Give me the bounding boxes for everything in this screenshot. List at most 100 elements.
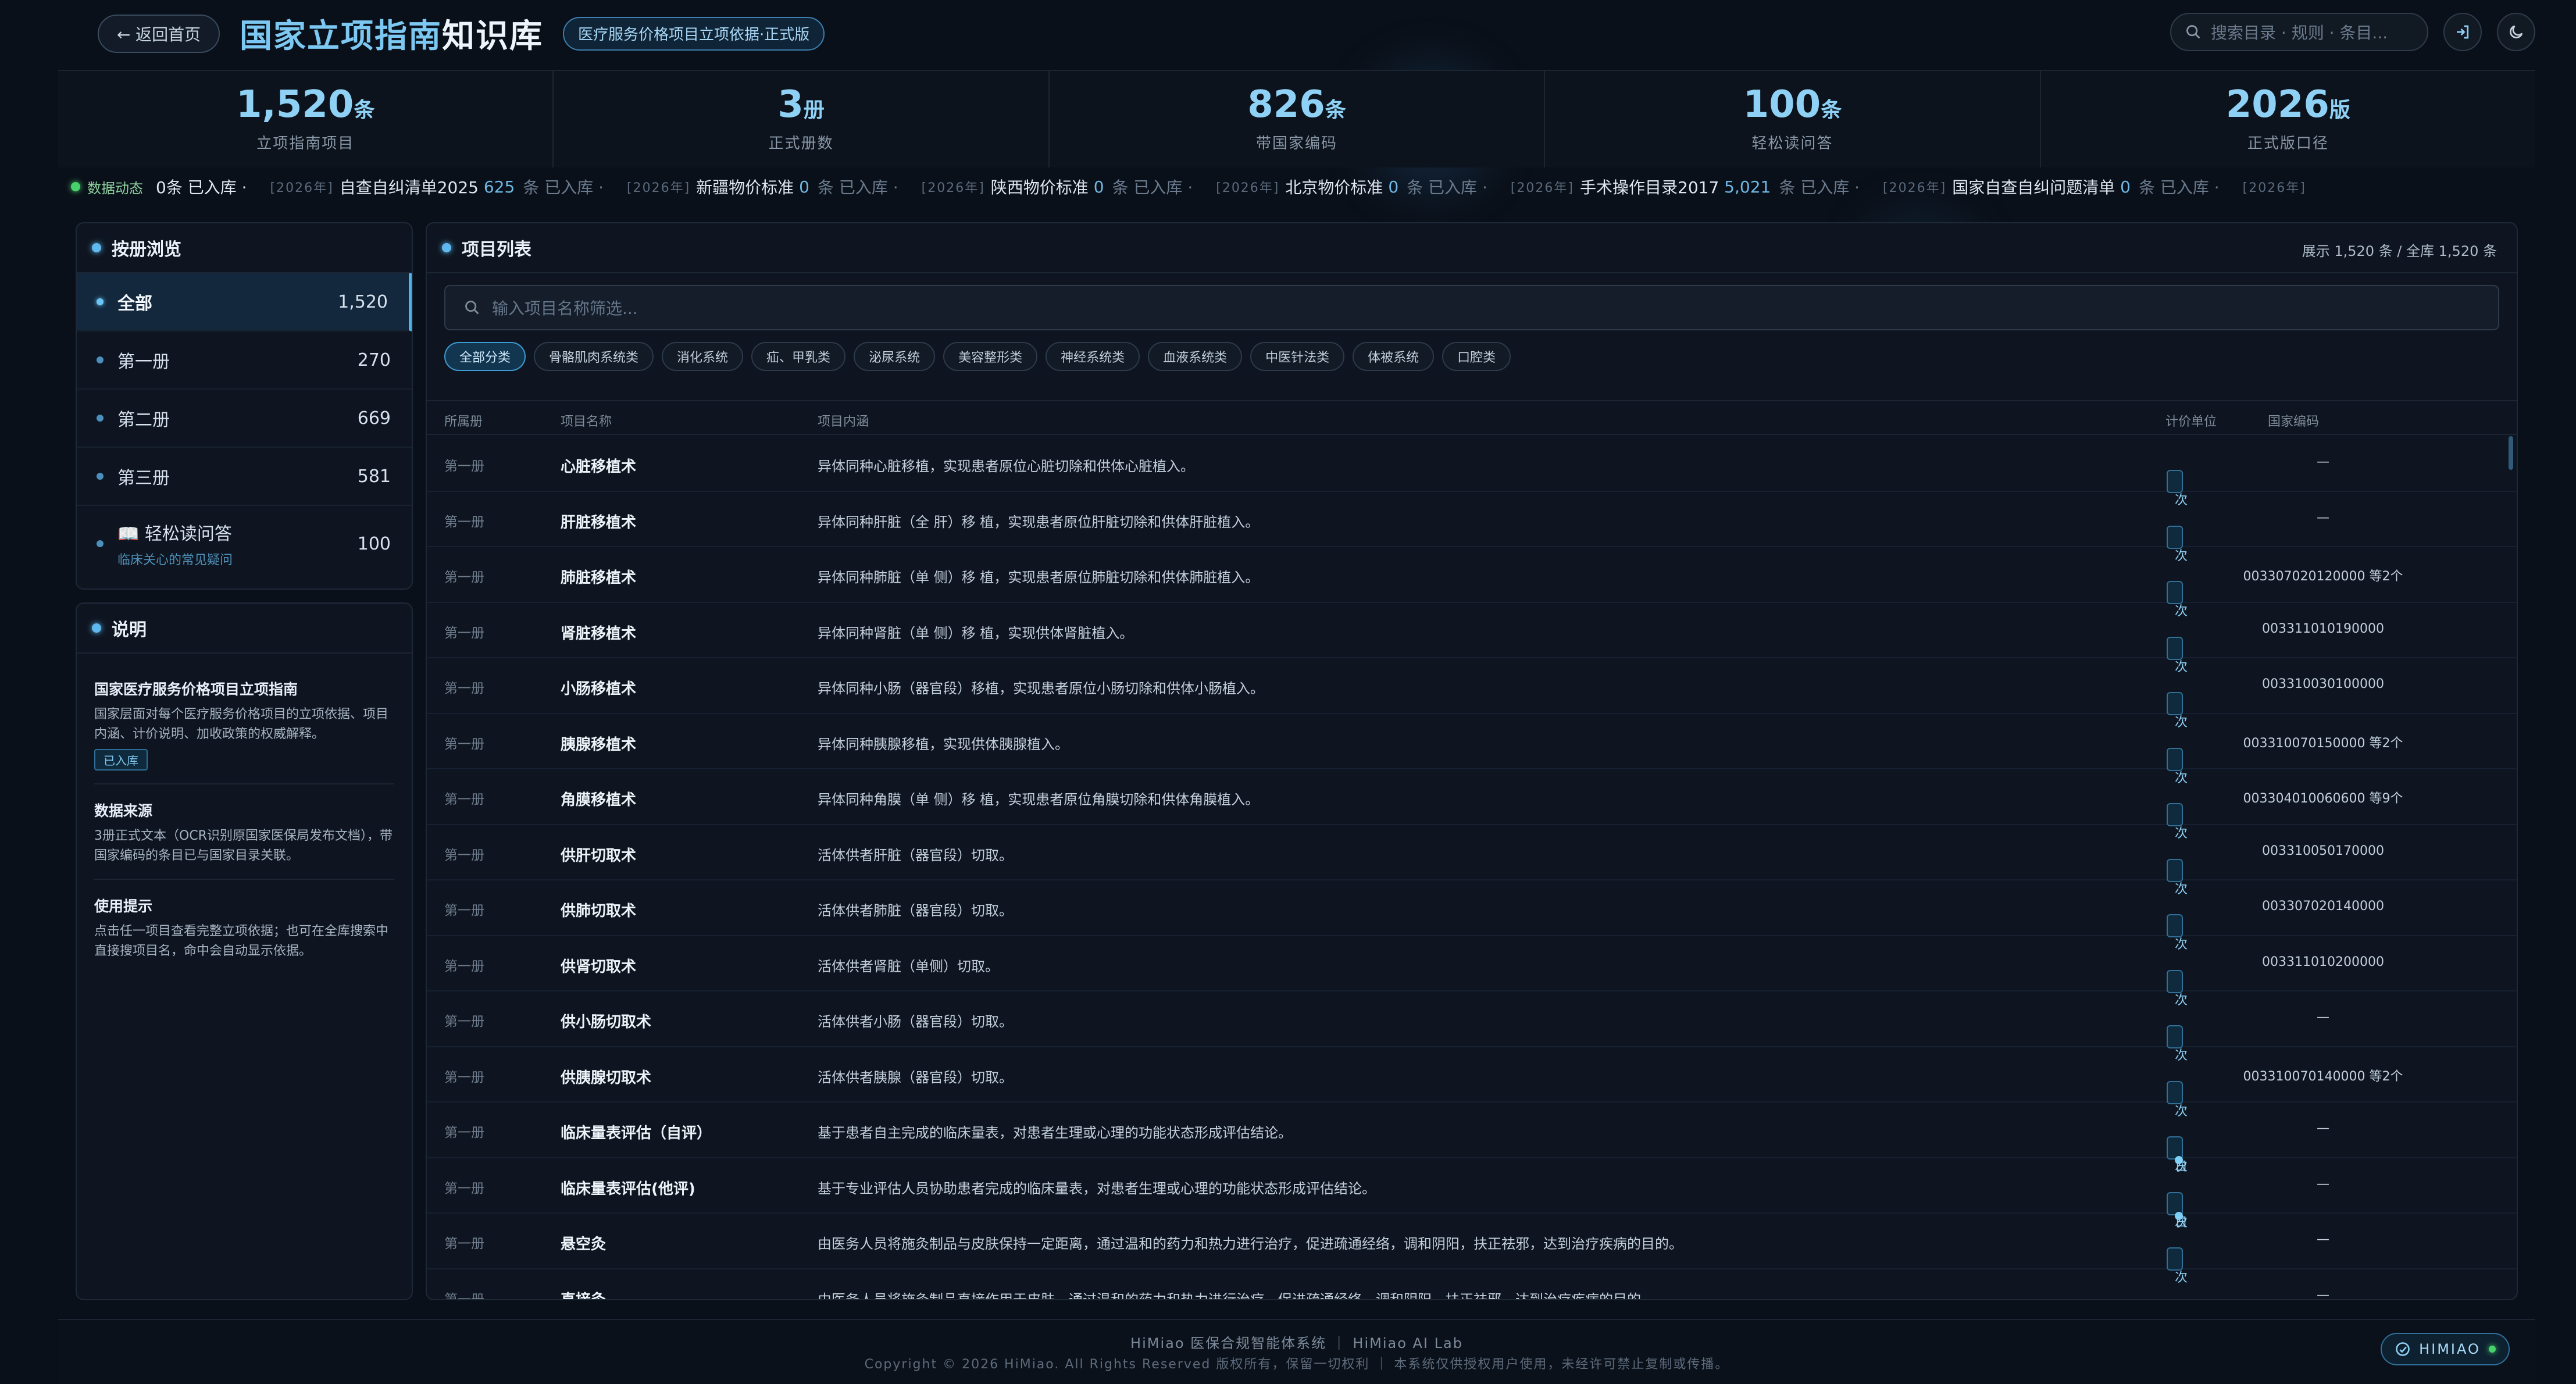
category-chip[interactable]: 神经系统类: [1046, 342, 1140, 371]
ticker-item-name[interactable]: 手术操作目录2017: [1580, 175, 1719, 198]
category-chip[interactable]: 口腔类: [1442, 342, 1511, 371]
browse-item-volume-3[interactable]: 第三册 581: [77, 448, 412, 506]
row-project-name[interactable]: 角膜移植术: [561, 788, 636, 809]
row-project-name[interactable]: 直接灸: [561, 1288, 606, 1300]
table-row[interactable]: 第一册 悬空灸 由医务人员将施灸制品与皮肤保持一定距离，通过温和的药力和热力进行治疗…: [427, 1214, 2517, 1285]
row-project-name[interactable]: 临床量表评估(他评): [561, 1177, 695, 1198]
browse-item-count: 100: [357, 533, 391, 554]
global-search-input[interactable]: 搜索目录 · 规则 · 条目...: [2170, 13, 2428, 51]
unit-tag: 次: [2167, 1080, 2188, 1119]
column-header-volume: 所属册: [444, 415, 483, 429]
unit-tag: 次: [2167, 581, 2188, 619]
stat-card: 100条 轻松读问答: [1545, 71, 2041, 167]
unit-tag: 次: [2167, 914, 2188, 952]
row-project-name[interactable]: 悬空灸: [561, 1232, 606, 1254]
note-title: 使用提示: [94, 898, 153, 915]
live-dot-icon: [71, 182, 80, 191]
project-filter-input[interactable]: 输入项目名称筛选...: [444, 285, 2499, 330]
category-chip[interactable]: 骨骼肌肉系统类: [534, 342, 654, 371]
row-project-name[interactable]: 供小肠切取术: [561, 1010, 651, 1032]
list-panel-header: 项目列表: [427, 223, 2517, 273]
row-project-name[interactable]: 胰腺移植术: [561, 733, 636, 754]
ticker-item-count: 0: [2120, 177, 2131, 197]
browse-item-qa[interactable]: 📖 轻松读问答 临床关心的常见疑问 100: [77, 506, 412, 582]
table-row[interactable]: 第一册 供肝切取术 活体供者肝脏（器官段）切取。次 003310050170000: [427, 825, 2517, 897]
category-chip[interactable]: 消化系统: [662, 342, 744, 371]
ticker-item-name[interactable]: 陕西物价标准: [991, 175, 1089, 198]
stat-card: 826条 带国家编码: [1050, 71, 1546, 167]
row-description: 异体同种小肠（器官段）移植，实现患者原位小肠切除和供体小肠植入。: [818, 680, 1264, 697]
back-home-button[interactable]: ← 返回首页: [98, 14, 220, 53]
table-row[interactable]: 第一册 临床量表评估（自评） 基于患者自主完成的临床量表，对患者生理或心理的功能状态…: [427, 1103, 2517, 1174]
row-national-code: —: [2317, 1010, 2329, 1025]
table-row[interactable]: 第一册 肾脏移植术 异体同种肾脏（单 侧）移 植，实现供体肾脏植入。次 0033110…: [427, 603, 2517, 675]
table-row[interactable]: 第一册 心脏移植术 异体同种心脏移植，实现患者原位心脏切除和供体心脏植入。次 —: [427, 436, 2517, 508]
row-national-code: 003311010190000: [2262, 621, 2384, 636]
category-chip[interactable]: 疝、甲乳类: [751, 342, 846, 371]
table-row[interactable]: 第一册 供小肠切取术 活体供者小肠（器官段）切取。次 —: [427, 991, 2517, 1063]
login-button[interactable]: [2443, 13, 2482, 51]
category-chip[interactable]: 美容整形类: [943, 342, 1038, 371]
ticker-item-name[interactable]: 国家自查自纠问题清单: [1952, 175, 2115, 198]
row-description: 异体同种肾脏（单 侧）移 植，实现供体肾脏植入。: [818, 625, 1134, 641]
row-project-name[interactable]: 心脏移植术: [561, 455, 636, 476]
browse-item-volume-2[interactable]: 第二册 669: [77, 390, 412, 448]
column-header-description: 项目内涵: [818, 415, 869, 429]
row-project-name[interactable]: 供胰腺切取术: [561, 1066, 651, 1087]
brand-badge[interactable]: HIMIAO: [2381, 1333, 2510, 1365]
list-scrollbar[interactable]: [2509, 436, 2513, 470]
table-row[interactable]: 第一册 肝脏移植术 异体同种肝脏（全 肝）移 植，实现患者原位肝脏切除和供体肝脏植入…: [427, 492, 2517, 563]
ticker-tag: 数据动态: [71, 177, 143, 197]
table-row[interactable]: 第一册 角膜移植术 异体同种角膜（单 侧）移 植，实现患者原位角膜切除和供体角膜植入…: [427, 769, 2517, 841]
search-placeholder: 搜索目录 · 规则 · 条目...: [2211, 23, 2388, 42]
unit-tag: 次: [2167, 803, 2188, 841]
login-icon: [2457, 25, 2469, 39]
stat-value: 3: [777, 83, 804, 126]
table-row[interactable]: 第一册 胰腺移植术 异体同种胰腺移植，实现供体胰腺植入。次 0033100701500…: [427, 714, 2517, 786]
row-description: 异体同种胰腺移植，实现供体胰腺植入。: [818, 736, 1069, 752]
table-row[interactable]: 第一册 供肾切取术 活体供者肾脏（单侧）切取。次 003311010200000: [427, 936, 2517, 1008]
category-chip[interactable]: 中医针法类: [1250, 342, 1345, 371]
page-title-accent: 国家立项指南: [240, 17, 442, 55]
row-project-name[interactable]: 供肾切取术: [561, 955, 636, 976]
category-chip[interactable]: 全部分类: [444, 342, 526, 371]
row-project-name[interactable]: 临床量表评估（自评）: [561, 1121, 712, 1143]
ticker-item-name[interactable]: 自查自纠清单2025: [340, 175, 479, 198]
edition-badge-label: 医疗服务价格项目立项依据·正式版: [578, 26, 810, 44]
note-title: 国家医疗服务价格项目立项指南: [94, 681, 298, 698]
category-chip[interactable]: 血液系统类: [1148, 342, 1243, 371]
ticker-item-name[interactable]: 新疆物价标准: [696, 175, 794, 198]
table-row[interactable]: 第一册 直接灸 由医务人员将施灸制品直接作用于皮肤，通过温和的药力和热力进行治疗，促…: [427, 1269, 2517, 1300]
browse-item-subtitle: 临床关心的常见疑问: [117, 553, 233, 568]
row-project-name[interactable]: 肝脏移植术: [561, 511, 636, 532]
row-project-name[interactable]: 供肝切取术: [561, 844, 636, 865]
browse-panel-header: 按册浏览: [77, 223, 412, 273]
unit-tag: 次: [2167, 858, 2188, 897]
ticker-item-name[interactable]: 北京物价标准: [1285, 175, 1383, 198]
table-row[interactable]: 第一册 供胰腺切取术 活体供者胰腺（器官段）切取。次 003310070140000 …: [427, 1047, 2517, 1119]
theme-toggle-button[interactable]: [2497, 13, 2535, 51]
browse-item-volume-1[interactable]: 第一册 270: [77, 331, 412, 390]
ticker-item-suffix: 条 已入库 ·: [523, 178, 604, 197]
table-row[interactable]: 第一册 临床量表评估(他评) 基于专业评估人员协助患者完成的临床量表，对患者生理或心…: [427, 1158, 2517, 1230]
row-national-code: —: [2317, 510, 2329, 525]
brand-label: HIMIAO: [2419, 1341, 2481, 1357]
category-chip[interactable]: 泌尿系统: [854, 342, 936, 371]
row-project-name[interactable]: 肾脏移植术: [561, 622, 636, 643]
table-row[interactable]: 第一册 小肠移植术 异体同种小肠（器官段）移植，实现患者原位小肠切除和供体小肠植入。…: [427, 658, 2517, 730]
row-volume: 第一册: [444, 681, 484, 696]
table-row[interactable]: 第一册 肺脏移植术 异体同种肺脏（单 侧）移 植，实现患者原位肺脏切除和供体肺脏植入…: [427, 547, 2517, 619]
stat-unit: 条: [1325, 98, 1346, 122]
browse-item-all[interactable]: 全部 1,520: [77, 273, 412, 331]
list-panel-title: 项目列表: [462, 240, 531, 260]
ticker-item-count: 625: [483, 177, 515, 197]
divider: [94, 783, 394, 784]
row-project-name[interactable]: 肺脏移植术: [561, 566, 636, 587]
column-header-unit: 计价单位: [2165, 415, 2217, 429]
category-chip[interactable]: 体被系统: [1353, 342, 1435, 371]
ticker-item-suffix: 条 已入库 ·: [1112, 178, 1193, 197]
ticker-item-count: 5,021: [1724, 177, 1771, 197]
table-row[interactable]: 第一册 供肺切取术 活体供者肺脏（器官段）切取。次 003307020140000: [427, 880, 2517, 952]
row-project-name[interactable]: 小肠移植术: [561, 677, 636, 698]
row-project-name[interactable]: 供肺切取术: [561, 899, 636, 921]
